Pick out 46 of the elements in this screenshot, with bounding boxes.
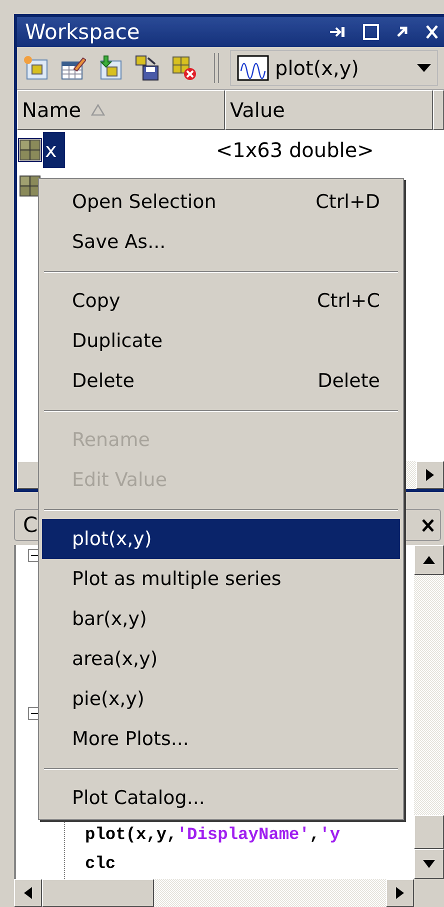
menu-item[interactable]: Duplicate (42, 321, 400, 361)
scroll-left-button[interactable] (14, 879, 42, 907)
shortcut-label: Ctrl+D (316, 191, 380, 213)
shortcut-label: Ctrl+C (317, 290, 380, 312)
window-title: C (23, 513, 38, 537)
menu-item[interactable]: pie(x,y) (42, 679, 400, 719)
variable-value: <1x63 double> (216, 138, 374, 162)
column-header[interactable]: Value (225, 90, 433, 130)
dropdown-caret-icon (417, 64, 431, 72)
scroll-thumb[interactable] (414, 815, 444, 849)
scroll-right-button[interactable] (416, 461, 444, 489)
history-entry[interactable]: plot(x,y,'DisplayName','y (65, 821, 340, 850)
import-data-icon[interactable] (97, 55, 123, 81)
menu-item[interactable]: plot(x,y) (42, 519, 400, 559)
menu-item[interactable]: Plot as multiple series (42, 559, 400, 599)
window-title: Workspace (25, 20, 140, 44)
new-variable-icon[interactable] (23, 55, 49, 81)
table-edit-icon[interactable] (60, 55, 86, 81)
up-arrow-icon (423, 556, 435, 564)
right-arrow-icon (426, 469, 434, 481)
scroll-thumb[interactable] (42, 879, 154, 907)
menu-item[interactable]: More Plots... (42, 719, 400, 759)
delete-variable-icon[interactable] (171, 55, 197, 81)
menu-item[interactable]: Copy Ctrl+C (42, 281, 400, 321)
scroll-right-button[interactable] (386, 879, 414, 907)
menu-item[interactable]: bar(x,y) (42, 599, 400, 639)
shortcut-label: Delete (318, 370, 380, 392)
scroll-up-button[interactable] (414, 545, 444, 575)
variable-name[interactable]: x (43, 132, 65, 168)
column-header[interactable]: Name (17, 90, 225, 130)
menu-item[interactable]: Delete Delete (42, 361, 400, 401)
maximize-icon[interactable] (362, 23, 380, 41)
scroll-down-button[interactable] (414, 849, 444, 879)
history-entry[interactable]: clc (65, 850, 340, 879)
column-header[interactable] (433, 90, 444, 130)
menu-item[interactable]: Save As... (42, 222, 400, 262)
menu-item[interactable]: Open Selection Ctrl+D (42, 182, 400, 222)
menu-item[interactable]: area(x,y) (42, 639, 400, 679)
menu-item[interactable]: Plot Catalog... (42, 778, 400, 818)
right-arrow-icon (396, 887, 404, 899)
left-arrow-icon (24, 887, 32, 899)
plot-selector[interactable]: plot(x,y) (230, 50, 438, 86)
down-arrow-icon (423, 860, 435, 868)
waveform-icon (237, 55, 269, 81)
save-icon[interactable] (134, 55, 160, 81)
close-icon[interactable] (424, 23, 440, 41)
